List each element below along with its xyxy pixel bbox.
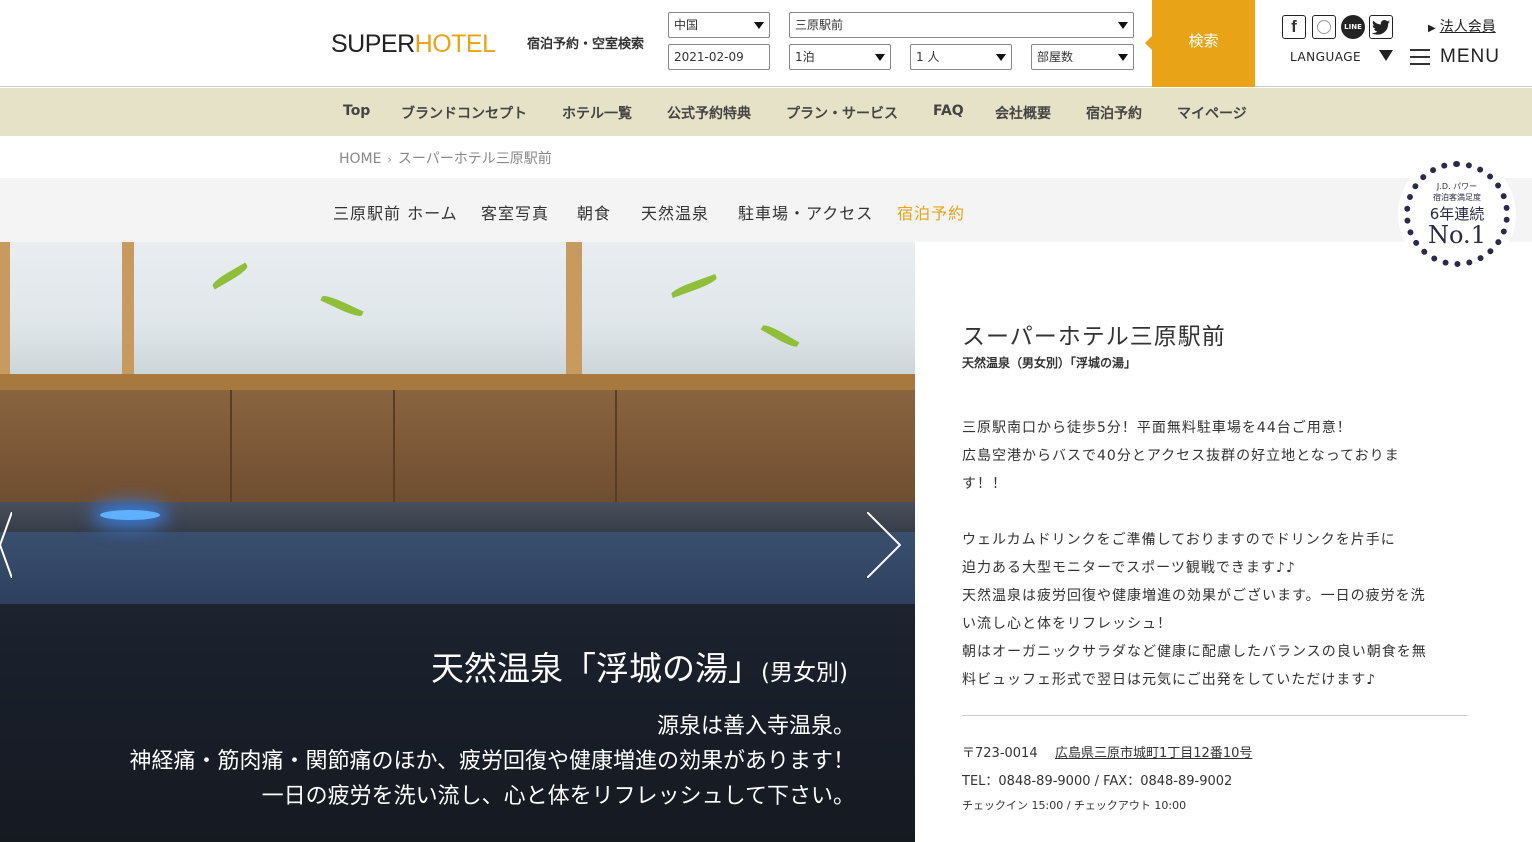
description-line: す！！ bbox=[962, 476, 1007, 492]
breadcrumb-home[interactable]: HOME bbox=[339, 151, 381, 167]
lnav-hot-spring[interactable]: 天然温泉 bbox=[641, 200, 709, 224]
breadcrumb-current: スーパーホテル三原駅前 bbox=[397, 151, 552, 167]
menu-label: MENU bbox=[1440, 46, 1500, 67]
phone-fax: TEL：0848-89-9000 / FAX：0848-89-9002 bbox=[962, 774, 1233, 789]
window-sill bbox=[0, 374, 915, 390]
instagram-lens-icon bbox=[1317, 20, 1331, 34]
twitter-icon[interactable] bbox=[1369, 15, 1393, 39]
badge-line2: 宿泊客満足度 bbox=[1433, 193, 1481, 202]
window-frame bbox=[566, 242, 582, 382]
description-line: 広島空港からバスで40分とアクセス抜群の好立地となっておりま bbox=[962, 448, 1400, 464]
gnav-company[interactable]: 会社概要 bbox=[995, 103, 1051, 123]
hero-caption-line1: 源泉は善入寺温泉。 bbox=[656, 714, 855, 739]
rooms-select[interactable]: 部屋数 bbox=[1031, 44, 1134, 70]
underwater-light bbox=[100, 510, 160, 520]
hotel-subtitle: 天然温泉（男女別）「浮城の湯」 bbox=[962, 356, 1137, 370]
guests-select[interactable]: 1 人 bbox=[910, 44, 1012, 70]
superhotel-logo[interactable]: SUPERHOTEL bbox=[331, 30, 496, 58]
facebook-icon[interactable]: f bbox=[1282, 15, 1306, 39]
language-selector[interactable]: LANGUAGE bbox=[1290, 50, 1361, 64]
address-link[interactable]: 広島県三原市城町1丁目12番10号 bbox=[1055, 742, 1252, 761]
slider-next-arrow-icon[interactable] bbox=[867, 512, 901, 578]
search-button[interactable]: 検索 bbox=[1145, 0, 1255, 87]
global-nav: Top ブランドコンセプト ホテル一覧 公式予約特典 プラン・サービス FAQ … bbox=[0, 88, 1532, 136]
hero-title-main: 天然温泉「浮城の湯」 bbox=[431, 649, 762, 688]
region-select[interactable]: 中国 bbox=[668, 12, 770, 38]
window-frame bbox=[122, 242, 134, 382]
description-line: ウェルカムドリンクをご準備しておりますのでドリンクを片手に bbox=[962, 532, 1396, 548]
gnav-reservation[interactable]: 宿泊予約 bbox=[1086, 103, 1142, 123]
window-frame bbox=[0, 242, 10, 382]
bath-window-image bbox=[0, 242, 915, 382]
region-value: 中国 bbox=[674, 18, 699, 32]
hotel-name: スーパーホテル三原駅前 bbox=[962, 324, 1226, 350]
postal-code: 〒723-0014 bbox=[962, 746, 1038, 761]
hamburger-icon bbox=[1410, 49, 1430, 65]
chevron-down-icon bbox=[1118, 22, 1128, 29]
gnav-plans-services[interactable]: プラン・サービス bbox=[786, 103, 898, 123]
chevron-down-icon bbox=[1118, 54, 1128, 61]
divider bbox=[962, 715, 1468, 716]
hotel-select[interactable]: 三原駅前 bbox=[789, 12, 1134, 38]
hero-slider: 天然温泉「浮城の湯」(男女別) 源泉は善入寺温泉。 神経痛・筋肉痛・関節痛のほか… bbox=[0, 242, 915, 842]
description-line: 料ビュッフェ形式で翌日は元気にご出発をしていただけます♪ bbox=[962, 672, 1377, 688]
corporate-member-label: 法人会員 bbox=[1439, 19, 1496, 35]
gnav-mypage[interactable]: マイページ bbox=[1177, 103, 1247, 123]
chevron-down-icon bbox=[754, 22, 764, 29]
triangle-right-icon: ▶ bbox=[1428, 23, 1436, 34]
twitter-bird-icon bbox=[1372, 19, 1390, 35]
tile-line bbox=[615, 390, 617, 520]
hotel-value: 三原駅前 bbox=[795, 18, 844, 32]
hero-caption-line2: 神経痛・筋肉痛・関節痛のほか、疲労回復や健康増進の効果があります！ bbox=[129, 749, 855, 774]
description-line: 迫力ある大型モニターでスポーツ観戦できます♪♪ bbox=[962, 560, 1296, 576]
menu-button[interactable]: MENU bbox=[1410, 46, 1500, 68]
gnav-hotel-list[interactable]: ホテル一覧 bbox=[562, 103, 632, 123]
lnav-home[interactable]: 三原駅前 ホーム bbox=[333, 200, 458, 224]
description-line: い流し心と体をリフレッシュ！ bbox=[962, 616, 1172, 632]
description-line: 三原駅南口から徒歩5分！平面無料駐車場を44台ご用意！ bbox=[962, 420, 1352, 436]
description-line: 朝はオーガニックサラダなど健康に配慮したバランスの良い朝食を無 bbox=[962, 644, 1427, 660]
breadcrumb-separator: › bbox=[387, 153, 392, 166]
guests-value: 1 人 bbox=[916, 50, 940, 64]
chevron-down-icon bbox=[875, 54, 885, 61]
logo-super: SUPER bbox=[331, 30, 415, 58]
gnav-brand-concept[interactable]: ブランドコンセプト bbox=[401, 103, 527, 123]
checkin-checkout-times: チェックイン 15:00 / チェックアウト 10:00 bbox=[962, 799, 1187, 812]
breadcrumb: HOME › スーパーホテル三原駅前 bbox=[339, 148, 552, 168]
hotel-local-nav: 三原駅前 ホーム 客室写真 朝食 天然温泉 駐車場・アクセス 宿泊予約 bbox=[0, 178, 1532, 242]
checkin-date-input[interactable]: 2021-02-09 bbox=[668, 44, 770, 70]
lnav-breakfast[interactable]: 朝食 bbox=[577, 200, 611, 224]
nights-value: 1泊 bbox=[795, 50, 815, 64]
bath-wall bbox=[0, 390, 915, 520]
hero-title-small: (男女別) bbox=[761, 660, 848, 686]
chevron-down-icon bbox=[996, 54, 1006, 61]
gnav-official-benefits[interactable]: 公式予約特典 bbox=[667, 103, 751, 123]
badge-line1: J.D. パワー bbox=[1436, 182, 1478, 191]
nights-select[interactable]: 1泊 bbox=[789, 44, 891, 70]
corporate-member-link[interactable]: ▶ 法人会員 bbox=[1428, 16, 1496, 36]
lnav-room-photos[interactable]: 客室写真 bbox=[481, 200, 549, 224]
tile-line bbox=[230, 390, 232, 520]
slider-prev-arrow-icon[interactable] bbox=[0, 512, 12, 578]
site-header: SUPERHOTEL 宿泊予約・空室検索 中国 三原駅前 2021-02-09 … bbox=[0, 0, 1532, 87]
tile-line bbox=[393, 390, 395, 520]
lnav-parking-access[interactable]: 駐車場・アクセス bbox=[738, 200, 873, 224]
gnav-top[interactable]: Top bbox=[343, 103, 370, 119]
instagram-icon[interactable] bbox=[1312, 15, 1336, 39]
rooms-value: 部屋数 bbox=[1037, 50, 1074, 64]
gnav-faq[interactable]: FAQ bbox=[933, 103, 964, 119]
hero-caption-line3: 一日の疲労を洗い流し、心と体をリフレッシュして下さい。 bbox=[261, 784, 855, 809]
language-dropdown-icon[interactable] bbox=[1379, 50, 1393, 61]
hero-caption-title: 天然温泉「浮城の湯」(男女別) bbox=[431, 642, 848, 690]
logo-hotel: HOTEL bbox=[414, 30, 496, 58]
date-value: 2021-02-09 bbox=[674, 50, 744, 64]
search-label: 宿泊予約・空室検索 bbox=[527, 37, 645, 52]
lnav-reservation[interactable]: 宿泊予約 bbox=[897, 200, 965, 224]
description-line: 天然温泉は疲労回復や健康増進の効果がございます。一日の疲労を洗 bbox=[962, 588, 1426, 604]
hotel-info-panel: スーパーホテル三原駅前 天然温泉（男女別）「浮城の湯」 三原駅南口から徒歩5分！… bbox=[962, 242, 1482, 842]
line-icon[interactable]: LINE bbox=[1341, 15, 1365, 39]
